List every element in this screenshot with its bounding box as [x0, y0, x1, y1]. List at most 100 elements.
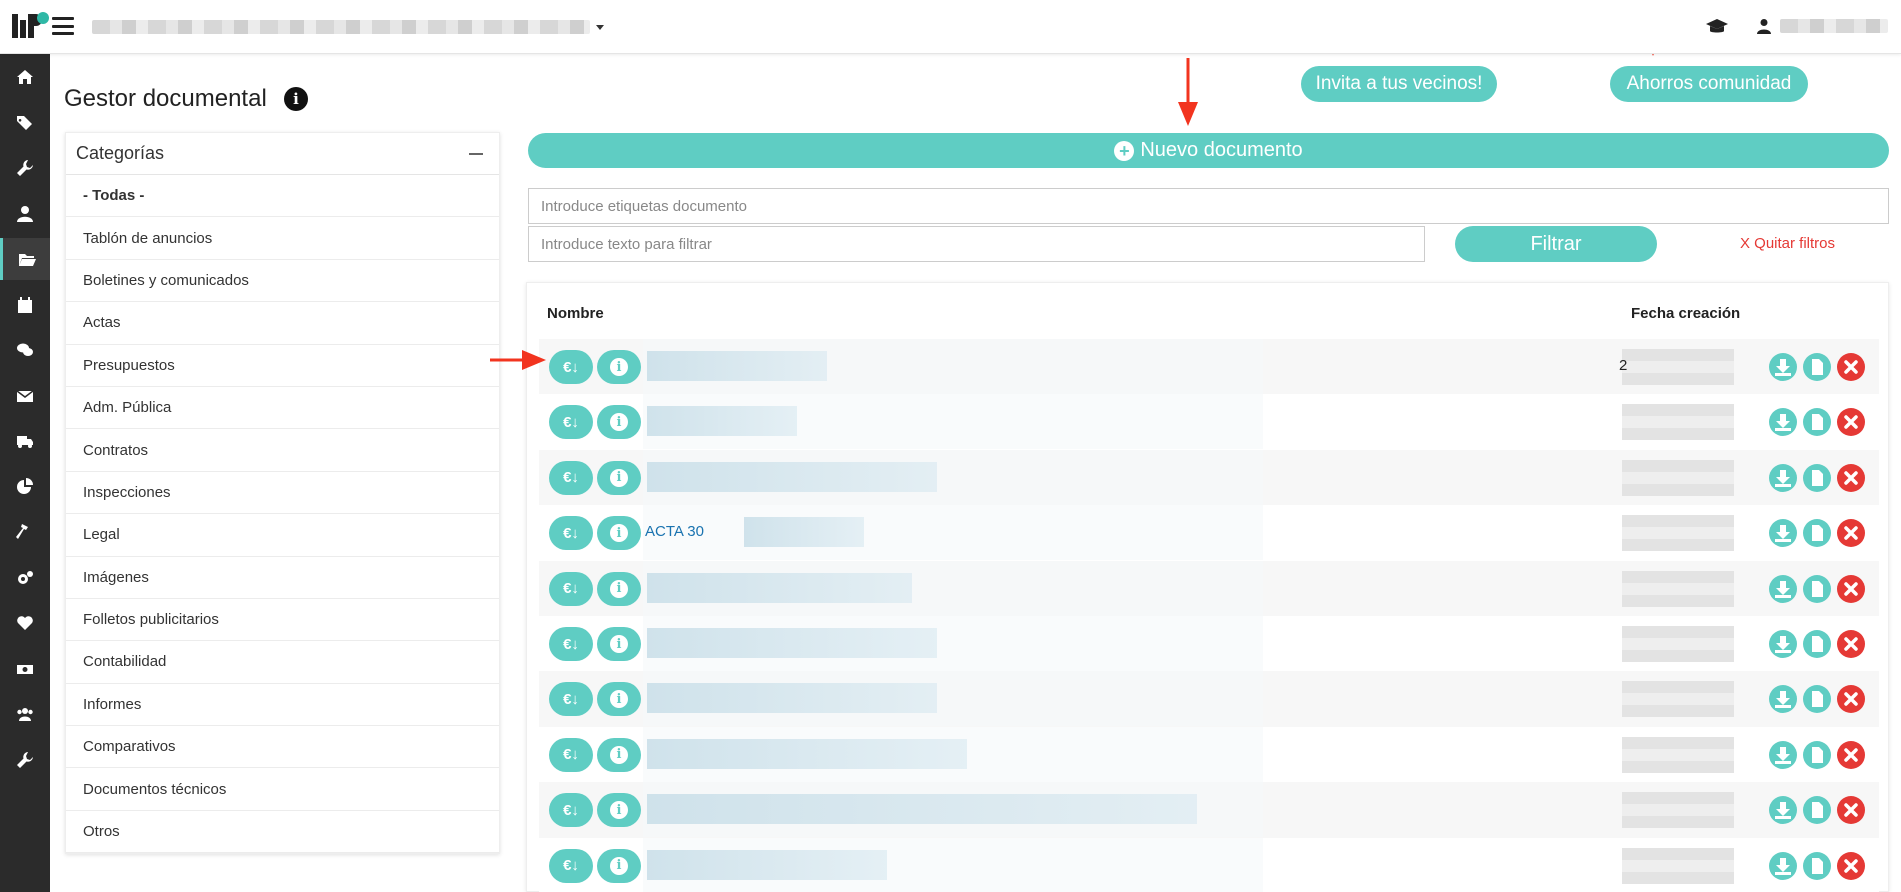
delete-button[interactable]: [1837, 463, 1865, 492]
info-icon[interactable]: i: [284, 87, 308, 111]
view-document-button[interactable]: [1803, 851, 1831, 880]
euro-download-button[interactable]: €↓: [549, 460, 593, 495]
euro-download-button[interactable]: €↓: [549, 350, 593, 384]
euro-download-button[interactable]: €↓: [549, 682, 593, 717]
download-button[interactable]: [1769, 408, 1797, 437]
collapse-icon[interactable]: [469, 152, 483, 155]
category-item[interactable]: Actas: [66, 302, 499, 345]
category-item[interactable]: Legal: [66, 514, 499, 557]
sidebar-item-works[interactable]: [0, 511, 50, 553]
delete-button[interactable]: [1837, 630, 1865, 658]
sidebar-item-tags[interactable]: [0, 102, 50, 144]
menu-icon[interactable]: [52, 17, 74, 35]
info-button[interactable]: i: [597, 350, 641, 384]
euro-download-button[interactable]: €↓: [549, 737, 593, 772]
download-button[interactable]: [1769, 463, 1797, 492]
delete-button[interactable]: [1837, 851, 1865, 880]
category-all[interactable]: - Todas -: [66, 175, 499, 218]
delete-button[interactable]: [1837, 796, 1865, 825]
category-item[interactable]: Comparativos: [66, 726, 499, 769]
view-document-button[interactable]: [1803, 740, 1831, 769]
clear-filters-link[interactable]: X Quitar filtros: [1740, 235, 1835, 252]
text-filter-input[interactable]: [528, 226, 1425, 262]
category-item[interactable]: Adm. Pública: [66, 387, 499, 430]
download-button[interactable]: [1769, 519, 1797, 548]
sidebar-item-home[interactable]: [0, 56, 50, 98]
community-savings-button[interactable]: Ahorros comunidad: [1610, 66, 1808, 102]
info-button[interactable]: i: [597, 682, 641, 717]
download-button[interactable]: [1769, 796, 1797, 825]
delete-button[interactable]: [1837, 408, 1865, 437]
user-menu[interactable]: [1756, 16, 1888, 36]
info-button[interactable]: i: [597, 405, 641, 440]
category-item[interactable]: Tablón de anuncios: [66, 217, 499, 260]
view-document-button[interactable]: [1803, 353, 1831, 381]
download-button[interactable]: [1769, 685, 1797, 714]
category-item[interactable]: Boletines y comunicados: [66, 260, 499, 303]
category-item[interactable]: Contabilidad: [66, 641, 499, 684]
download-button[interactable]: [1769, 851, 1797, 880]
info-button[interactable]: i: [597, 737, 641, 772]
sidebar-item-mail[interactable]: [0, 375, 50, 417]
column-date-header[interactable]: Fecha creación: [1631, 305, 1740, 322]
info-button[interactable]: i: [597, 627, 641, 661]
download-button[interactable]: [1769, 574, 1797, 603]
sidebar-item-messages[interactable]: [0, 329, 50, 371]
delete-button[interactable]: [1837, 519, 1865, 548]
delete-button[interactable]: [1837, 353, 1865, 381]
delete-button[interactable]: [1837, 574, 1865, 603]
invite-neighbors-button[interactable]: Invita a tus vecinos!: [1301, 66, 1497, 102]
sidebar-item-settings[interactable]: [0, 557, 50, 599]
category-item[interactable]: Otros: [66, 811, 499, 854]
info-button[interactable]: i: [597, 516, 641, 551]
view-document-button[interactable]: [1803, 685, 1831, 714]
community-selector[interactable]: [92, 17, 604, 37]
document-name-link[interactable]: ACTA 30: [645, 523, 704, 540]
column-name-header[interactable]: Nombre: [547, 305, 604, 322]
sidebar-item-calendar[interactable]: [0, 284, 50, 326]
view-document-button[interactable]: [1803, 796, 1831, 825]
euro-download-button[interactable]: €↓: [549, 793, 593, 828]
category-item[interactable]: Folletos publicitarios: [66, 599, 499, 642]
view-document-button[interactable]: [1803, 519, 1831, 548]
sidebar-item-finance[interactable]: [0, 648, 50, 690]
graduation-cap-icon[interactable]: [1705, 16, 1729, 36]
view-document-button[interactable]: [1803, 574, 1831, 603]
delete-button[interactable]: [1837, 685, 1865, 714]
view-document-button[interactable]: [1803, 463, 1831, 492]
category-item[interactable]: Informes: [66, 684, 499, 727]
category-item[interactable]: Contratos: [66, 429, 499, 472]
sidebar-item-tools[interactable]: [0, 739, 50, 781]
sidebar-item-suppliers[interactable]: [0, 420, 50, 462]
sidebar-item-documents[interactable]: [0, 238, 50, 280]
view-document-button[interactable]: [1803, 408, 1831, 437]
category-item[interactable]: Imágenes: [66, 557, 499, 599]
filter-button[interactable]: Filtrar: [1455, 226, 1657, 262]
download-button[interactable]: [1769, 353, 1797, 381]
sidebar-item-favorites[interactable]: [0, 602, 50, 644]
info-button[interactable]: i: [597, 571, 641, 606]
view-document-button[interactable]: [1803, 630, 1831, 658]
app-logo[interactable]: [10, 10, 50, 42]
euro-download-button[interactable]: €↓: [549, 516, 593, 551]
tags-input[interactable]: [528, 188, 1889, 224]
info-button[interactable]: i: [597, 460, 641, 495]
sidebar-item-reports[interactable]: [0, 466, 50, 508]
sidebar-item-owners[interactable]: [0, 193, 50, 235]
euro-download-button[interactable]: €↓: [549, 571, 593, 606]
download-button[interactable]: [1769, 740, 1797, 769]
category-item[interactable]: Presupuestos: [66, 345, 499, 387]
new-document-button[interactable]: + Nuevo documento: [528, 133, 1889, 168]
sidebar-item-neighbors[interactable]: [0, 693, 50, 735]
delete-button[interactable]: [1837, 740, 1865, 769]
download-icon: [1769, 574, 1797, 603]
euro-download-button[interactable]: €↓: [549, 405, 593, 440]
category-item[interactable]: Documentos técnicos: [66, 768, 499, 811]
info-button[interactable]: i: [597, 848, 641, 883]
euro-download-button[interactable]: €↓: [549, 848, 593, 883]
sidebar-item-maintenance[interactable]: [0, 147, 50, 189]
euro-download-button[interactable]: €↓: [549, 627, 593, 661]
download-button[interactable]: [1769, 630, 1797, 658]
category-item[interactable]: Inspecciones: [66, 472, 499, 515]
info-button[interactable]: i: [597, 793, 641, 828]
